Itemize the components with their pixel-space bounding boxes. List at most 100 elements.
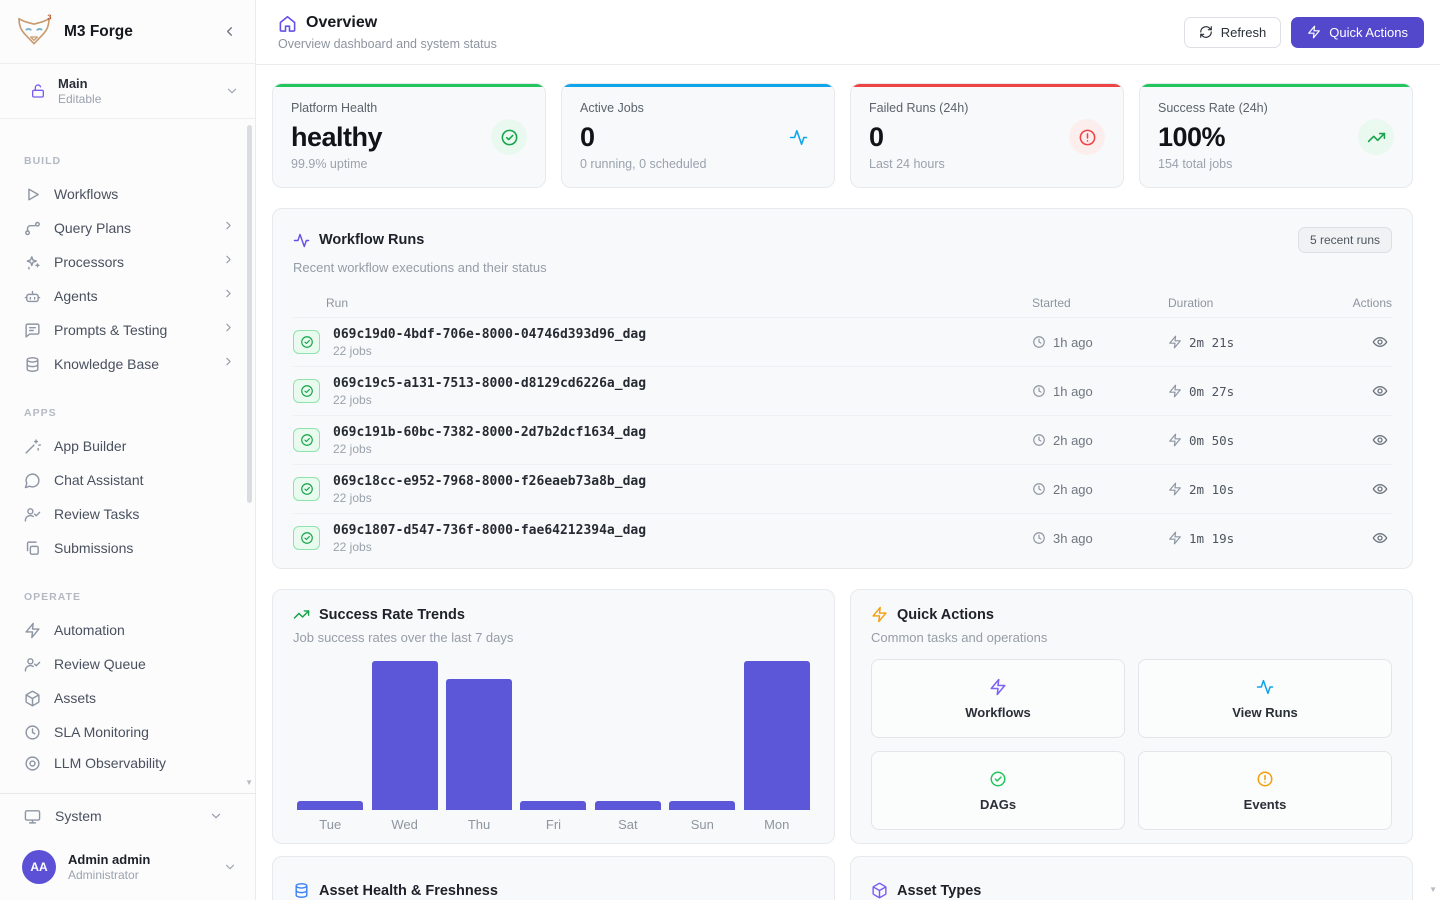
eye-icon	[1372, 334, 1388, 350]
x-axis-labels: Tue Wed Thu Fri Sat Sun Mon	[293, 817, 814, 832]
sidebar-item-query-plans[interactable]: Query Plans	[10, 211, 245, 245]
accent-bar	[851, 84, 1123, 87]
quick-action-dags[interactable]: DAGs	[871, 751, 1125, 830]
table-row[interactable]: 069c19d0-4bdf-706e-8000-04746d393d96_dag…	[293, 317, 1392, 366]
quick-actions-button[interactable]: Quick Actions	[1291, 17, 1424, 48]
stat-card-platform-health: Platform Health healthy 99.9% uptime	[272, 83, 546, 188]
check-circle-icon	[989, 770, 1007, 788]
sidebar-item-automation[interactable]: Automation	[10, 613, 245, 647]
check-circle-icon	[300, 433, 314, 447]
nav-section-operate: OPERATE	[10, 591, 245, 603]
chevron-right-icon	[222, 355, 235, 368]
quick-actions-title: Quick Actions	[897, 607, 994, 623]
trending-up-icon	[293, 606, 310, 623]
charts-row: Success Rate Trends Job success rates ov…	[272, 589, 1413, 844]
accent-bar	[562, 84, 834, 87]
workspace-selector[interactable]: Main Editable	[0, 64, 255, 119]
table-row[interactable]: 069c19c5-a131-7513-8000-d8129cd6226a_dag…	[293, 366, 1392, 415]
eye-icon	[1372, 383, 1388, 399]
zap-icon	[871, 606, 888, 623]
view-run-button[interactable]	[1368, 428, 1392, 452]
table-row[interactable]: 069c18cc-e952-7968-8000-f26eaeb73a8b_dag…	[293, 464, 1392, 513]
workflow-runs-subtitle: Recent workflow executions and their sta…	[293, 260, 1392, 275]
sidebar-scrollbar-thumb[interactable]	[247, 125, 252, 503]
chevron-down-icon	[223, 860, 237, 874]
sidebar-item-review-queue[interactable]: Review Queue	[10, 647, 245, 681]
asset-health-panel: Asset Health & Freshness Monitor the hea…	[272, 856, 835, 900]
view-run-button[interactable]	[1368, 330, 1392, 354]
refresh-button[interactable]: Refresh	[1184, 17, 1282, 48]
sidebar-item-review-tasks[interactable]: Review Tasks	[10, 497, 245, 531]
main-area: Overview Overview dashboard and system s…	[256, 0, 1440, 900]
asset-types-title: Asset Types	[897, 883, 981, 899]
chevron-right-icon	[222, 253, 235, 266]
activity-icon	[789, 128, 808, 147]
view-run-button[interactable]	[1368, 379, 1392, 403]
eye-icon	[1372, 530, 1388, 546]
nav-section-build: BUILD	[10, 155, 245, 167]
run-status-success-badge	[293, 477, 320, 501]
stat-value: 0	[580, 122, 595, 153]
table-row[interactable]: 069c191b-60bc-7382-8000-2d7b2dcf1634_dag…	[293, 415, 1392, 464]
run-status-success-badge	[293, 330, 320, 354]
quick-actions-grid: Workflows View Runs DAGs Events	[871, 659, 1392, 830]
quick-action-workflows[interactable]: Workflows	[871, 659, 1125, 738]
chevron-left-icon	[222, 24, 237, 39]
asset-health-title: Asset Health & Freshness	[319, 883, 498, 899]
clock-icon	[24, 724, 41, 741]
quick-actions-panel: Quick Actions Common tasks and operation…	[850, 589, 1413, 844]
sidebar-item-submissions[interactable]: Submissions	[10, 531, 245, 565]
sidebar-item-processors[interactable]: Processors	[10, 245, 245, 279]
run-status-success-badge	[293, 428, 320, 452]
sidebar-item-agents[interactable]: Agents	[10, 279, 245, 313]
runs-table: Run Started Duration Actions 069c19d0-4b…	[293, 289, 1392, 562]
app-title: M3 Forge	[64, 23, 217, 41]
sidebar-collapse-button[interactable]	[217, 20, 241, 44]
stat-card-failed-runs: Failed Runs (24h) 0 Last 24 hours	[850, 83, 1124, 188]
view-run-button[interactable]	[1368, 526, 1392, 550]
stat-value: healthy	[291, 122, 382, 153]
zap-icon	[1168, 384, 1182, 398]
sidebar-item-prompts-testing[interactable]: Prompts & Testing	[10, 313, 245, 347]
bar-sun	[669, 801, 735, 810]
quick-action-events[interactable]: Events	[1138, 751, 1392, 830]
workflow-runs-panel: Workflow Runs 5 recent runs Recent workf…	[272, 208, 1413, 569]
database-icon	[293, 882, 310, 899]
accent-bar	[1140, 84, 1412, 87]
view-run-button[interactable]	[1368, 477, 1392, 501]
bar-mon	[744, 661, 810, 810]
monitor-icon	[24, 808, 41, 825]
sidebar-item-workflows[interactable]: Workflows	[10, 177, 245, 211]
sidebar-item-app-builder[interactable]: App Builder	[10, 429, 245, 463]
stat-card-success-rate: Success Rate (24h) 100% 154 total jobs	[1139, 83, 1413, 188]
user-menu[interactable]: AA Admin admin Administrator	[0, 838, 255, 896]
quick-actions-subtitle: Common tasks and operations	[871, 630, 1392, 645]
trends-subtitle: Job success rates over the last 7 days	[293, 630, 814, 645]
run-status-success-badge	[293, 526, 320, 550]
success-rate-trends-panel: Success Rate Trends Job success rates ov…	[272, 589, 835, 844]
sidebar-item-system[interactable]: System	[0, 794, 255, 838]
circle-dot-icon	[24, 755, 41, 772]
eye-icon	[1372, 432, 1388, 448]
play-icon	[24, 186, 41, 203]
table-row[interactable]: 069c1807-d547-736f-8000-fae64212394a_dag…	[293, 513, 1392, 562]
sidebar-item-sla-monitoring[interactable]: SLA Monitoring	[10, 715, 245, 749]
quick-action-view-runs[interactable]: View Runs	[1138, 659, 1392, 738]
check-circle-icon	[300, 482, 314, 496]
page-scrollbar-arrow[interactable]: ▼	[1429, 885, 1437, 894]
route-icon	[24, 220, 41, 237]
sidebar-item-assets[interactable]: Assets	[10, 681, 245, 715]
sidebar-scrollbar-arrow[interactable]: ▼	[245, 778, 253, 787]
wand-icon	[24, 438, 41, 455]
sidebar-item-chat-assistant[interactable]: Chat Assistant	[10, 463, 245, 497]
sidebar-item-knowledge-base[interactable]: Knowledge Base	[10, 347, 245, 381]
workspace-name: Main	[58, 76, 225, 91]
user-check-icon	[24, 506, 41, 523]
chevron-right-icon	[222, 287, 235, 300]
fox-logo-icon: 3	[14, 12, 54, 52]
chevron-down-icon	[209, 809, 223, 823]
sidebar-item-llm-observability[interactable]: LLM Observability	[10, 749, 245, 773]
message-circle-icon	[24, 472, 41, 489]
package-icon	[871, 882, 888, 899]
zap-icon	[989, 678, 1007, 696]
